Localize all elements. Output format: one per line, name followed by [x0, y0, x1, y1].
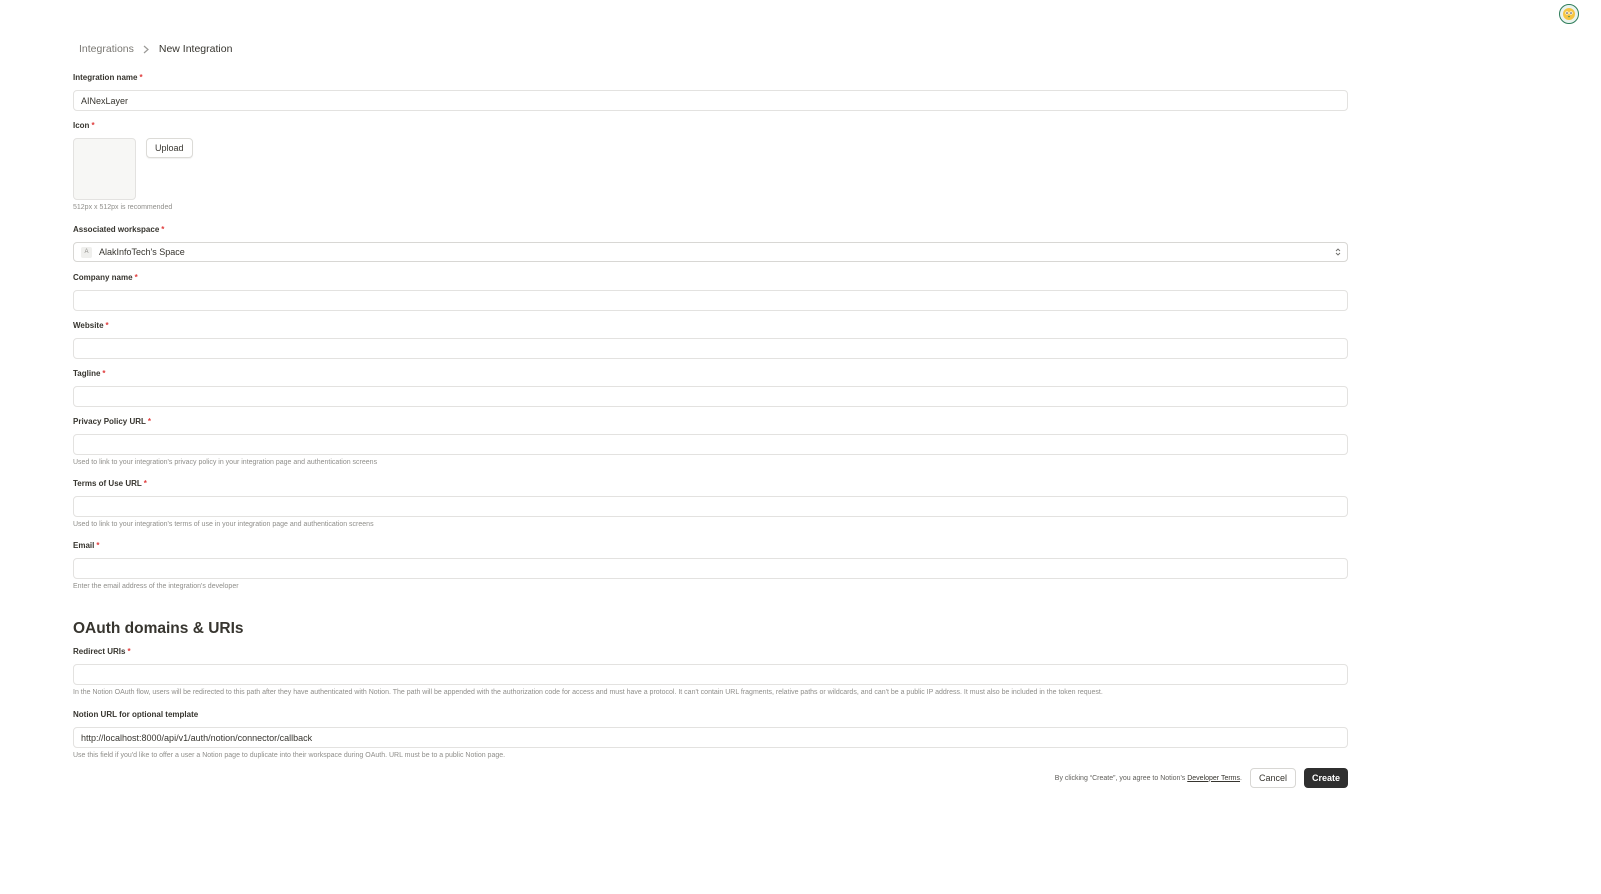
- privacy-url-input[interactable]: [73, 434, 1348, 455]
- website-field: Website *: [73, 320, 1348, 359]
- integration-name-label: Integration name *: [73, 73, 143, 82]
- icon-label: Icon *: [73, 121, 95, 130]
- tagline-label: Tagline *: [73, 369, 106, 378]
- form-footer: By clicking “Create”, you agree to Notio…: [1055, 768, 1348, 788]
- workspace-avatar: A: [81, 246, 92, 258]
- email-input[interactable]: [73, 558, 1348, 579]
- owl-avatar-icon: [1563, 8, 1575, 20]
- icon-field: Icon * Upload 512px x 512px is recommende…: [73, 120, 1348, 212]
- email-field: Email * Enter the email address of the in…: [73, 540, 1348, 591]
- terms-url-hint: Used to link to your integration's terms…: [73, 521, 374, 528]
- company-name-label: Company name *: [73, 273, 138, 282]
- email-label: Email *: [73, 541, 100, 550]
- redirect-uris-input[interactable]: [73, 664, 1348, 685]
- cancel-button[interactable]: Cancel: [1249, 768, 1296, 788]
- privacy-url-field: Privacy Policy URL * Used to link to your…: [73, 416, 1348, 467]
- website-label: Website *: [73, 321, 109, 330]
- tagline-input[interactable]: [73, 386, 1348, 407]
- icon-hint: 512px x 512px is recommended: [73, 204, 173, 211]
- terms-url-label: Terms of Use URL *: [73, 479, 147, 488]
- icon-preview[interactable]: [73, 138, 136, 200]
- terms-notice: By clicking “Create”, you agree to Notio…: [1054, 774, 1242, 782]
- workspace-value: AlakInfoTech's Space: [99, 247, 185, 257]
- select-caret-icon: [1335, 247, 1341, 259]
- workspace-field: Associated workspace * A AlakInfoTech's S…: [73, 224, 1348, 262]
- redirect-uris-label: Redirect URIs *: [73, 647, 131, 656]
- email-hint: Enter the email address of the integrati…: [73, 583, 239, 590]
- terms-url-input[interactable]: [73, 496, 1348, 517]
- privacy-url-label: Privacy Policy URL *: [73, 417, 152, 426]
- breadcrumb: Integrations New Integration: [79, 43, 232, 55]
- redirect-uris-hint: In the Notion OAuth flow, users will be …: [73, 689, 1103, 696]
- template-url-input[interactable]: http://localhost:8000/api/v1/auth/notion…: [73, 727, 1348, 748]
- template-url-label: Notion URL for optional template: [73, 710, 199, 719]
- workspace-select[interactable]: A AlakInfoTech's Space: [73, 242, 1348, 262]
- create-button[interactable]: Create: [1303, 768, 1348, 788]
- breadcrumb-current: New Integration: [158, 43, 233, 55]
- oauth-section-title: OAuth domains & URIs: [73, 620, 244, 637]
- icon-row: Upload: [73, 138, 1348, 200]
- tagline-field: Tagline *: [73, 368, 1348, 407]
- template-url-hint: Use this field if you'd like to offer a …: [73, 752, 506, 759]
- terms-url-field: Terms of Use URL * Used to link to your i…: [73, 478, 1348, 529]
- user-avatar-icon[interactable]: [1559, 4, 1579, 24]
- integration-name-input[interactable]: AINexLayer: [73, 90, 1348, 111]
- company-name-field: Company name *: [73, 272, 1348, 311]
- template-url-field: Notion URL for optional template http://…: [73, 709, 1348, 760]
- chevron-right-icon: [143, 45, 149, 54]
- integration-name-field: Integration name * AINexLayer: [73, 72, 1348, 111]
- breadcrumb-integrations-link[interactable]: Integrations: [79, 43, 134, 55]
- redirect-uris-field: Redirect URIs * In the Notion OAuth flow,…: [73, 646, 1348, 697]
- website-input[interactable]: [73, 338, 1348, 359]
- upload-button[interactable]: Upload: [146, 138, 193, 158]
- company-name-input[interactable]: [73, 290, 1348, 311]
- developer-terms-link[interactable]: Developer Terms: [1187, 775, 1240, 782]
- privacy-url-hint: Used to link to your integration's priva…: [73, 459, 378, 466]
- workspace-label: Associated workspace *: [73, 225, 165, 234]
